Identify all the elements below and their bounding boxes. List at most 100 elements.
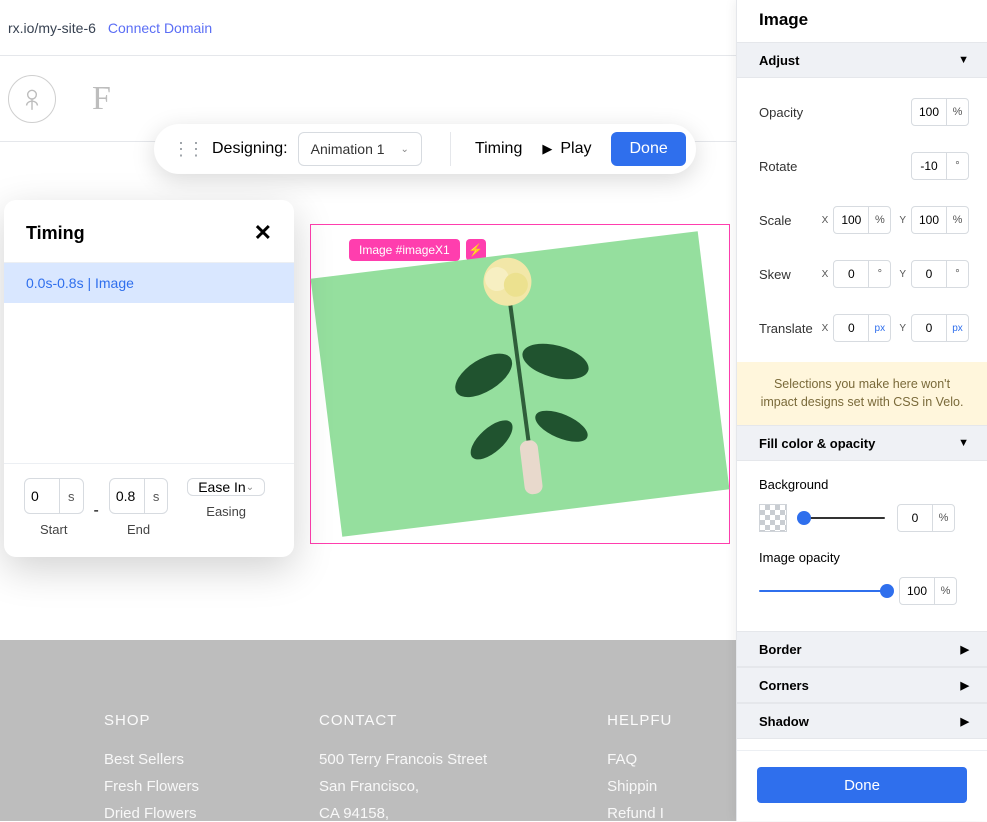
scale-x-value[interactable] bbox=[834, 213, 868, 227]
footer-link[interactable]: Shippin bbox=[607, 778, 672, 795]
section-fill-head[interactable]: Fill color & opacity ▼ bbox=[737, 425, 987, 461]
translate-y-value[interactable] bbox=[912, 321, 946, 335]
scale-x-input[interactable]: % bbox=[833, 206, 891, 234]
skew-x-input[interactable]: ° bbox=[833, 260, 891, 288]
triangle-down-icon: ▼ bbox=[958, 54, 969, 66]
y-label: Y bbox=[899, 269, 906, 280]
image-opacity-input[interactable]: % bbox=[899, 577, 957, 605]
footer-text: CA 94158, bbox=[319, 805, 487, 822]
easing-select[interactable]: Ease In ⌄ bbox=[187, 478, 265, 496]
designing-label: Designing: bbox=[212, 140, 288, 158]
footer-link[interactable]: Refund I bbox=[607, 805, 672, 822]
selected-image-frame[interactable]: Image #imageX1 ⚡ bbox=[310, 224, 730, 544]
end-time-input[interactable]: s bbox=[109, 478, 169, 514]
section-shadow-head[interactable]: Shadow ▶ bbox=[737, 703, 987, 739]
background-opacity-slider[interactable] bbox=[799, 517, 885, 519]
start-time-value[interactable] bbox=[25, 488, 59, 504]
separator bbox=[450, 132, 451, 166]
inspector-title: Image bbox=[737, 0, 987, 42]
editor-toolbar: ⋮⋮ Designing: Animation 1 ⌄ Timing ▶ Pla… bbox=[154, 124, 696, 174]
animation-select-value: Animation 1 bbox=[311, 141, 385, 157]
easing-value: Ease In bbox=[198, 479, 245, 495]
footer-link[interactable]: FAQ bbox=[607, 751, 672, 768]
image-opacity-slider[interactable] bbox=[759, 590, 887, 592]
opacity-label: Opacity bbox=[759, 105, 803, 120]
rotate-value[interactable] bbox=[912, 159, 946, 173]
flower-illustration bbox=[413, 231, 623, 511]
keyframe-row[interactable]: 0.0s-0.8s | Image bbox=[4, 263, 294, 303]
triangle-right-icon: ▶ bbox=[961, 643, 969, 656]
footer-link[interactable]: Dried Flowers bbox=[104, 805, 199, 822]
y-label: Y bbox=[899, 323, 906, 334]
section-adjust-body: Opacity % Rotate ° Scale X % Y bbox=[737, 78, 987, 362]
skew-y-input[interactable]: ° bbox=[911, 260, 969, 288]
velo-notice: Selections you make here won't impact de… bbox=[737, 362, 987, 425]
rotate-label: Rotate bbox=[759, 159, 797, 174]
range-dash: - bbox=[94, 502, 99, 520]
x-label: X bbox=[822, 215, 829, 226]
translate-x-input[interactable]: px bbox=[833, 314, 891, 342]
scale-label: Scale bbox=[759, 213, 792, 228]
footer-contact-col: CONTACT 500 Terry Francois Street San Fr… bbox=[319, 712, 487, 821]
section-border-head[interactable]: Border ▶ bbox=[737, 631, 987, 667]
translate-y-input[interactable]: px bbox=[911, 314, 969, 342]
timing-panel: Timing ✕ 0.0s-0.8s | Image s Start - s E… bbox=[4, 200, 294, 557]
toolbar-done-button[interactable]: Done bbox=[611, 132, 685, 166]
chevron-down-icon: ⌄ bbox=[246, 482, 254, 493]
footer-text: 500 Terry Francois Street bbox=[319, 751, 487, 768]
timing-button[interactable]: Timing bbox=[475, 140, 522, 158]
timing-body bbox=[4, 303, 294, 463]
unit-seconds: s bbox=[59, 479, 83, 513]
background-opacity-input[interactable]: % bbox=[897, 504, 955, 532]
skew-label: Skew bbox=[759, 267, 791, 282]
skew-y-value[interactable] bbox=[912, 267, 946, 281]
site-logo-icon bbox=[8, 75, 56, 123]
triangle-right-icon: ▶ bbox=[961, 679, 969, 692]
opacity-value[interactable] bbox=[912, 105, 946, 119]
start-time-input[interactable]: s bbox=[24, 478, 84, 514]
section-adjust-head[interactable]: Adjust ▼ bbox=[737, 42, 987, 78]
inspector-done-button[interactable]: Done bbox=[757, 767, 967, 803]
animation-select[interactable]: Animation 1 ⌄ bbox=[298, 132, 422, 166]
scale-y-input[interactable]: % bbox=[911, 206, 969, 234]
slider-thumb[interactable] bbox=[797, 511, 811, 525]
end-time-value[interactable] bbox=[110, 488, 144, 504]
image-content bbox=[311, 231, 730, 537]
x-label: X bbox=[822, 323, 829, 334]
triangle-down-icon: ▼ bbox=[958, 437, 969, 449]
site-footer: SHOP Best Sellers Fresh Flowers Dried Fl… bbox=[0, 640, 736, 821]
play-button[interactable]: ▶ Play bbox=[542, 140, 591, 158]
element-tag[interactable]: Image #imageX1 bbox=[349, 239, 460, 261]
background-label: Background bbox=[759, 477, 969, 492]
timing-panel-title: Timing bbox=[26, 223, 85, 244]
opacity-input[interactable]: % bbox=[911, 98, 969, 126]
start-label: Start bbox=[40, 522, 67, 537]
connect-domain-link[interactable]: Connect Domain bbox=[108, 20, 212, 36]
inspector-panel: Image Adjust ▼ Opacity % Rotate ° Scale … bbox=[736, 0, 987, 821]
brand-letter: F bbox=[92, 80, 111, 118]
footer-shop-title: SHOP bbox=[104, 712, 199, 729]
section-fill-body: Background % Image opacity % bbox=[737, 461, 987, 631]
rotate-input[interactable]: ° bbox=[911, 152, 969, 180]
translate-x-value[interactable] bbox=[834, 321, 868, 335]
footer-text: San Francisco, bbox=[319, 778, 487, 795]
x-label: X bbox=[822, 269, 829, 280]
image-opacity-value[interactable] bbox=[900, 584, 934, 598]
end-label: End bbox=[127, 522, 150, 537]
image-opacity-label: Image opacity bbox=[759, 550, 969, 565]
footer-link[interactable]: Best Sellers bbox=[104, 751, 199, 768]
scale-y-value[interactable] bbox=[912, 213, 946, 227]
close-icon[interactable]: ✕ bbox=[254, 220, 272, 246]
footer-links-title: HELPFU bbox=[607, 712, 672, 729]
background-swatch[interactable] bbox=[759, 504, 787, 532]
section-corners-head[interactable]: Corners ▶ bbox=[737, 667, 987, 703]
easing-label: Easing bbox=[206, 504, 246, 519]
translate-label: Translate bbox=[759, 321, 813, 336]
footer-link[interactable]: Fresh Flowers bbox=[104, 778, 199, 795]
skew-x-value[interactable] bbox=[834, 267, 868, 281]
drag-handle-icon[interactable]: ⋮⋮ bbox=[172, 139, 202, 160]
background-opacity-value[interactable] bbox=[898, 511, 932, 525]
slider-thumb[interactable] bbox=[880, 584, 894, 598]
footer-links-col: HELPFU FAQ Shippin Refund I bbox=[607, 712, 672, 821]
triangle-right-icon: ▶ bbox=[961, 715, 969, 728]
